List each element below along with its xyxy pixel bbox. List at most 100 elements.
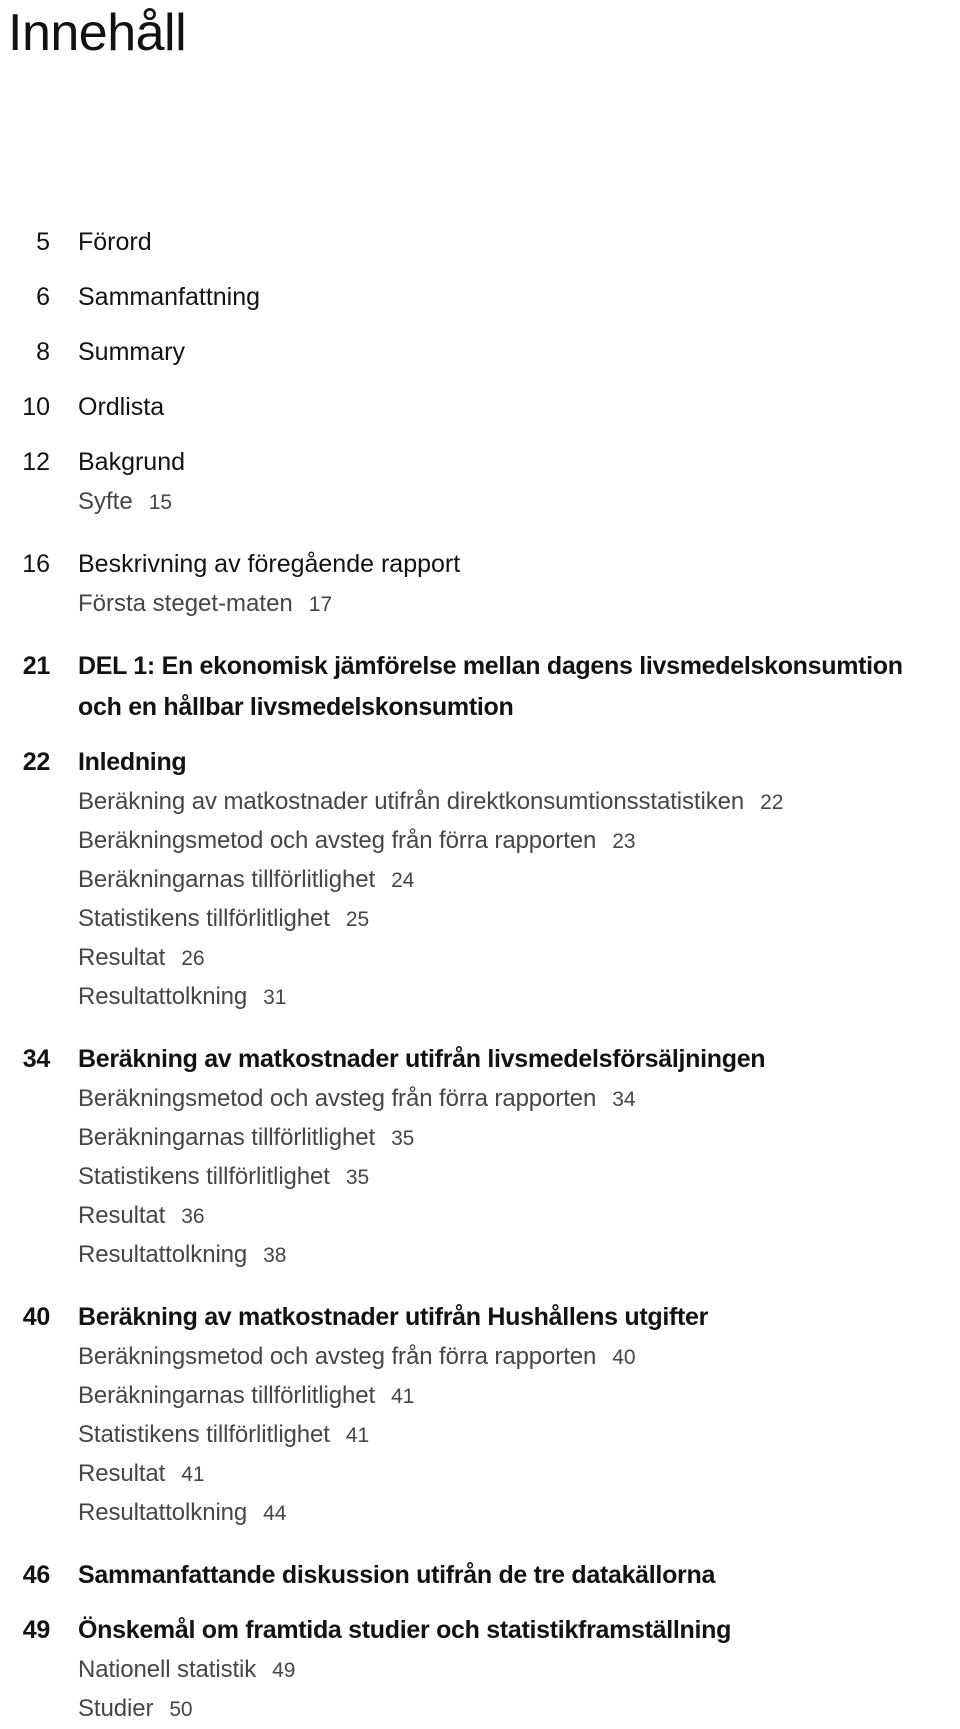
page-canvas: Innehåll 5 Förord 6 Sammanfattning 8 Summary 1… [0,0,960,1722]
toc-entry[interactable]: 34 Beräkning av matkostnader utifrån livs… [0,1039,960,1080]
toc-entry-page-number: 34 [22,1045,51,1073]
toc-subentry[interactable]: Nationell statistik 49 [78,1651,960,1690]
toc-subentry-label: Beräkningarnas tillförlitlighet [78,866,376,893]
toc-entry[interactable]: 12 Bakgrund [0,442,960,483]
toc-subentry[interactable]: Första steget-maten 17 [78,585,960,624]
toc-entry-title: Beräkning av matkostnader utifrån livsme… [78,1045,766,1073]
toc-subentry[interactable]: Resultattolkning 38 [78,1236,960,1275]
entry-spacer [0,1596,960,1610]
toc-entry-title: Förord [78,228,152,256]
toc-subentry-page-number: 38 [263,1244,287,1267]
toc-subentry-label: Beräkningsmetod och avsteg från förra ra… [78,1343,597,1370]
toc-subentry-page-number: 24 [391,869,415,892]
toc-subentry-page-number: 41 [181,1463,205,1486]
toc-subentry-page-number: 22 [760,791,784,814]
toc-entry[interactable]: 5 Förord [0,222,960,263]
toc-subentry-page-number: 49 [272,1659,296,1682]
toc-entry-page-number: 10 [22,393,50,421]
toc-subentry[interactable]: Beräkningsmetod och avsteg från förra ra… [78,1080,960,1119]
toc-entry-title: Önskemål om framtida studier och statist… [78,1616,732,1644]
toc-subentry-label: Beräkning av matkostnader utifrån direkt… [78,788,745,815]
toc-subentry[interactable]: Resultat 26 [78,939,960,978]
toc-subentry-page-number: 41 [345,1424,370,1447]
toc-subentry-page-number: 26 [181,947,205,970]
toc-subentry-page-number: 44 [263,1502,287,1525]
entry-spacer [0,263,960,277]
toc-subentry[interactable]: Statistikens tillförlitlighet 41 [78,1416,960,1455]
toc-entry-page-number: 6 [36,283,50,311]
toc-subentry[interactable]: Syfte 15 [78,483,960,522]
toc-entry-title: Sammanfattning [78,283,261,311]
entry-spacer [0,428,960,442]
toc-subentry[interactable]: Resultat 36 [78,1197,960,1236]
toc-entry[interactable]: 46 Sammanfattande diskussion utifrån de t… [0,1555,960,1596]
toc-subentry-page-number: 23 [612,830,636,853]
toc-entry-title: Bakgrund [78,448,186,476]
toc-entry-page-number: 46 [22,1561,51,1589]
toc-subentry[interactable]: Statistikens tillförlitlighet 25 [78,900,960,939]
toc-subentry-label: Första steget-maten [78,590,293,617]
toc-subentry-label: Statistikens tillförlitlighet [78,1163,330,1190]
entry-spacer [0,522,960,544]
toc-entry-title: Beskrivning av föregående rapport [78,550,461,578]
toc-subentry[interactable]: Resultattolkning 44 [78,1494,960,1533]
toc-subentry-label: Nationell statistik [78,1656,257,1683]
toc-subentry[interactable]: Beräkningsmetod och avsteg från förra ra… [78,1338,960,1377]
toc-subentry-page-number: 35 [345,1166,370,1189]
toc-subentry[interactable]: Resultattolkning 31 [78,978,960,1017]
toc-entry[interactable]: 40 Beräkning av matkostnader utifrån Hush… [0,1297,960,1338]
toc-entry[interactable]: 16 Beskrivning av föregående rapport [0,544,960,585]
toc-subentry-label: Beräkningarnas tillförlitlighet [78,1382,376,1409]
toc-entry-page-number: 12 [22,448,50,476]
toc-subentry-label: Resultat [78,944,166,971]
toc-entry-page-number: 8 [36,338,50,366]
entry-spacer [0,624,960,646]
toc-subentry-page-number: 34 [612,1088,636,1111]
toc-subentry-label: Studier [78,1695,154,1722]
toc-entry-page-number: 5 [36,228,50,256]
toc-subentry-label: Resultat [78,1202,166,1229]
toc-subentry-label: Resultattolkning [78,1241,248,1268]
toc-subentry-label: Resultattolkning [78,983,248,1010]
toc-subentry[interactable]: Statistikens tillförlitlighet 35 [78,1158,960,1197]
toc-entry-title: Beräkning av matkostnader utifrån Hushål… [78,1303,709,1331]
toc-subentry-page-number: 50 [169,1698,193,1721]
toc-subentry-page-number: 15 [148,491,173,514]
toc-entry[interactable]: 21 DEL 1: En ekonomisk jämförelse mellan … [0,646,960,687]
toc-entry-title-continuation: och en hållbar livsmedelskonsumtion [78,693,514,721]
toc-subentry-label: Resultattolkning [78,1499,248,1526]
toc-entry[interactable]: 10 Ordlista [0,387,960,428]
toc-entry-title: Ordlista [78,393,165,421]
toc-subentry[interactable]: Beräkning av matkostnader utifrån direkt… [78,783,960,822]
toc-subentry-page-number: 36 [181,1205,205,1228]
toc-subentry[interactable]: Beräkningarnas tillförlitlighet 24 [78,861,960,900]
toc-subentry-page-number: 25 [345,908,370,931]
toc-entry-title: Sammanfattande diskussion utifrån de tre… [78,1561,716,1589]
toc-entry[interactable]: 22 Inledning [0,742,960,783]
toc-subentry[interactable]: Beräkningsmetod och avsteg från förra ra… [78,822,960,861]
toc-subentry-label: Syfte [78,488,133,515]
toc-subentry[interactable]: Beräkningarnas tillförlitlighet 41 [78,1377,960,1416]
toc-entry-title: Inledning [78,748,187,776]
toc-entry[interactable]: 8 Summary [0,332,960,373]
toc-entry[interactable]: 6 Sammanfattning [0,277,960,318]
toc-subentry[interactable]: Beräkningarnas tillförlitlighet 35 [78,1119,960,1158]
toc-subentry-label: Statistikens tillförlitlighet [78,1421,330,1448]
toc-subentry-page-number: 31 [263,986,287,1009]
entry-spacer [0,1017,960,1039]
entry-spacer [0,1275,960,1297]
toc-entry-title: DEL 1: En ekonomisk jämförelse mellan da… [78,652,903,680]
toc-subentry-page-number: 17 [308,593,333,616]
entry-spacer [0,318,960,332]
toc-subentry[interactable]: Resultat 41 [78,1455,960,1494]
toc-entry[interactable]: 49 Önskemål om framtida studier och stati… [0,1610,960,1651]
toc-entry-page-number: 16 [22,550,50,578]
toc-subentry[interactable]: Studier 50 [78,1690,960,1729]
toc-entry-page-number: 22 [22,748,51,776]
toc-subentry-page-number: 40 [612,1346,636,1369]
toc-subentry-label: Beräkningsmetod och avsteg från förra ra… [78,827,597,854]
entry-spacer [0,373,960,387]
toc-subentry-label: Statistikens tillförlitlighet [78,905,330,932]
toc-entry-page-number: 21 [22,652,51,680]
toc-entry-page-number: 49 [22,1616,51,1644]
